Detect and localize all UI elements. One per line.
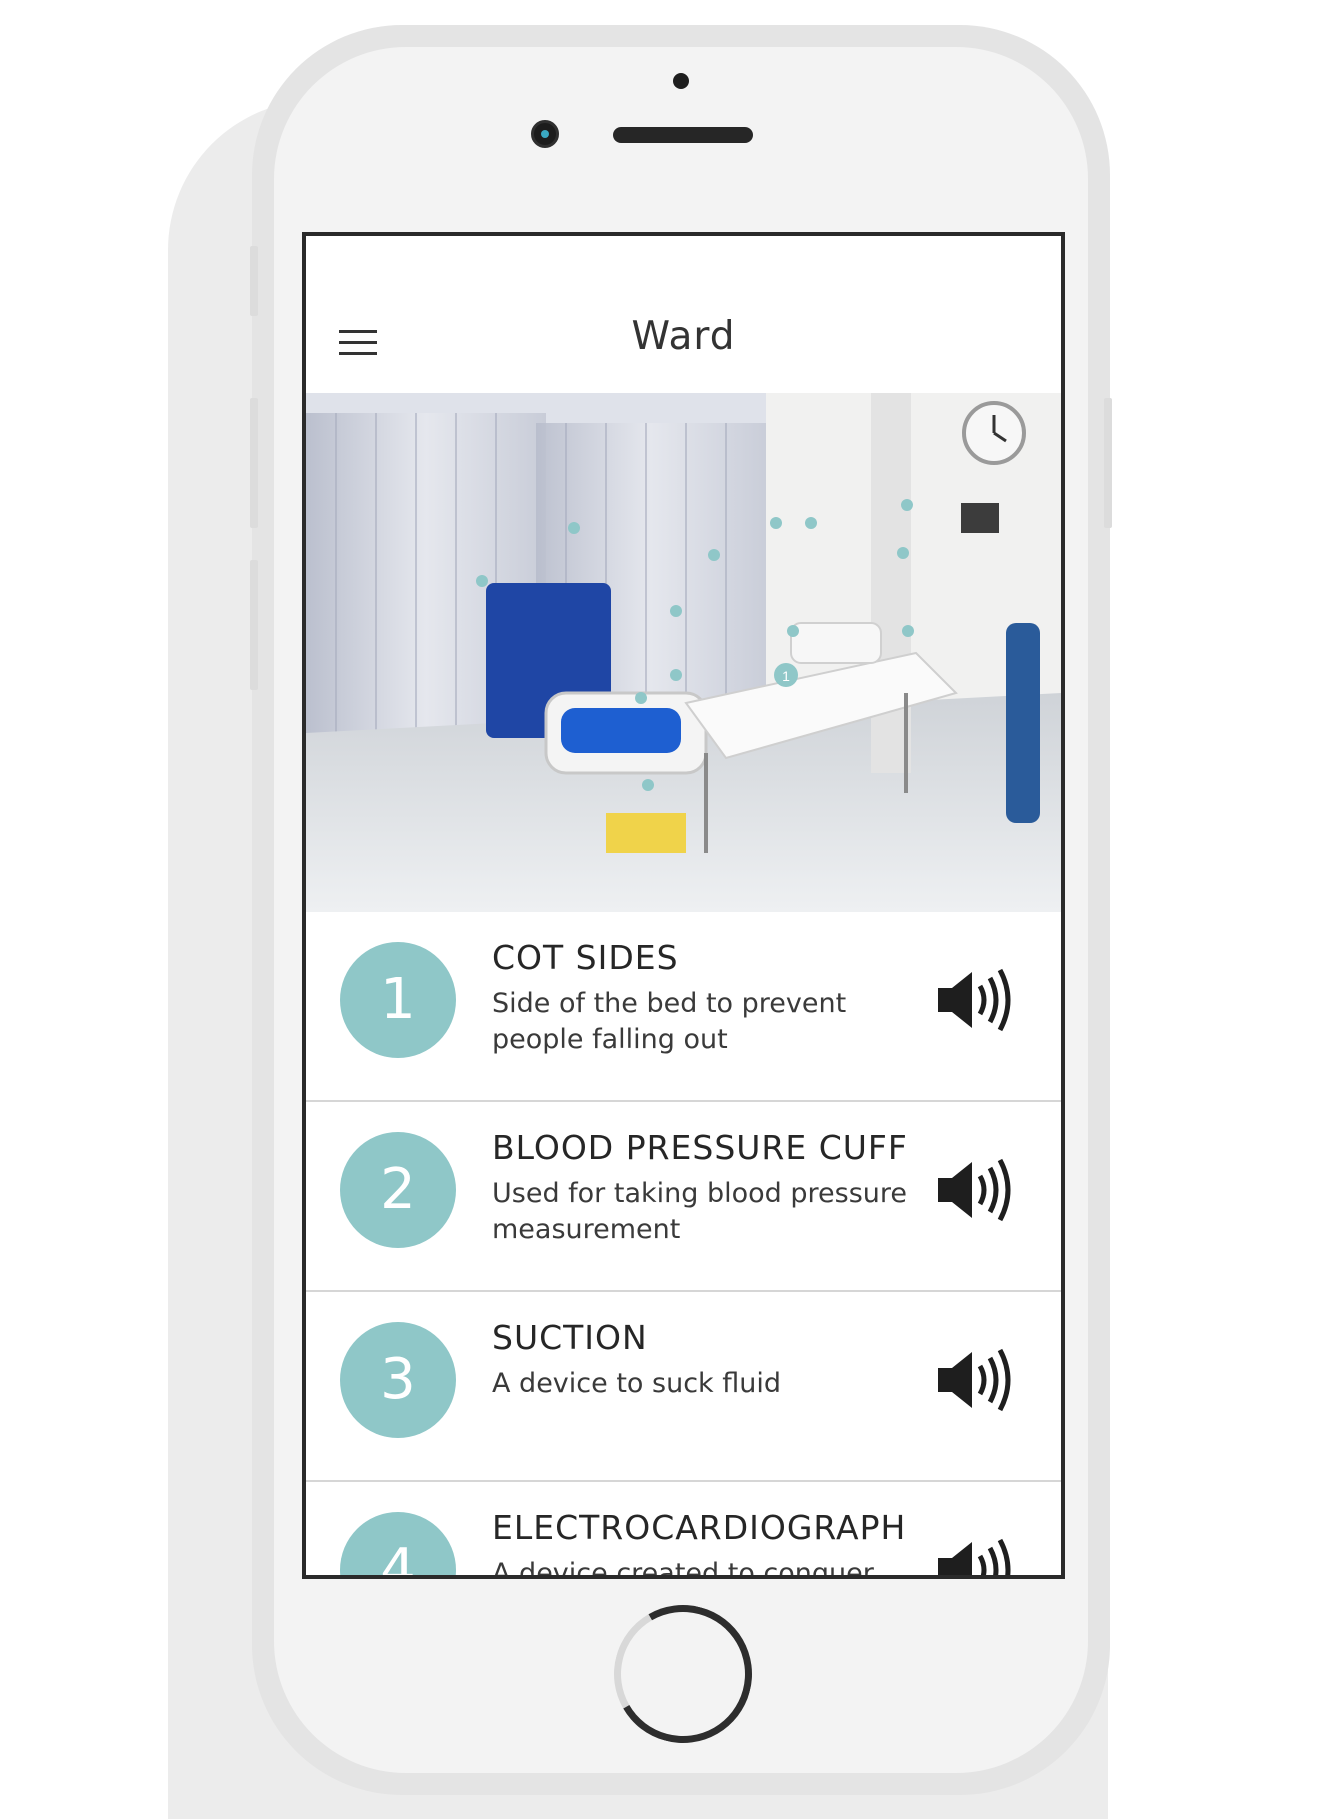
equipment-list: 1 COT SIDES Side of the bed to prevent p… bbox=[306, 912, 1061, 1579]
page-title: Ward bbox=[631, 314, 736, 359]
list-item[interactable]: 3 SUCTION A device to suck fluid bbox=[306, 1292, 1061, 1482]
earpiece-speaker bbox=[613, 127, 753, 143]
item-description: Used for taking blood pressure measureme… bbox=[492, 1178, 907, 1245]
item-description: A device to suck fluid bbox=[492, 1368, 782, 1399]
list-item[interactable]: 4 ELECTROCARDIOGRAPH A device created to… bbox=[306, 1482, 1061, 1579]
speaker-icon[interactable] bbox=[936, 968, 1016, 1032]
item-title: BLOOD PRESSURE CUFF bbox=[492, 1128, 908, 1167]
item-number-badge: 3 bbox=[340, 1322, 456, 1438]
app-screen: Ward 1 1 COT SIDES Side of the bed to pr… bbox=[302, 232, 1065, 1579]
item-title: SUCTION bbox=[492, 1318, 648, 1357]
item-title: COT SIDES bbox=[492, 938, 679, 977]
ward-photo: 1 bbox=[306, 393, 1061, 912]
item-description: A device created to conquer bbox=[492, 1558, 874, 1579]
item-description: Side of the bed to prevent people fallin… bbox=[492, 988, 847, 1055]
volume-up-button bbox=[250, 398, 258, 528]
item-number-badge: 4 bbox=[340, 1512, 456, 1575]
item-title: ELECTROCARDIOGRAPH bbox=[492, 1508, 907, 1547]
item-number-badge: 2 bbox=[340, 1132, 456, 1248]
hotspot-1-label: 1 bbox=[782, 668, 790, 684]
speaker-icon[interactable] bbox=[936, 1538, 1016, 1579]
top-bar: Ward bbox=[306, 236, 1061, 393]
list-item[interactable]: 1 COT SIDES Side of the bed to prevent p… bbox=[306, 912, 1061, 1102]
list-item[interactable]: 2 BLOOD PRESSURE CUFF Used for taking bl… bbox=[306, 1102, 1061, 1292]
item-number-badge: 1 bbox=[340, 942, 456, 1058]
speaker-icon[interactable] bbox=[936, 1348, 1016, 1412]
power-button bbox=[1104, 398, 1112, 528]
proximity-sensor bbox=[673, 73, 689, 89]
ward-illustration: 1 bbox=[306, 393, 1061, 912]
speaker-icon[interactable] bbox=[936, 1158, 1016, 1222]
volume-down-button bbox=[250, 560, 258, 690]
mute-switch bbox=[250, 246, 258, 316]
front-camera bbox=[531, 120, 559, 148]
